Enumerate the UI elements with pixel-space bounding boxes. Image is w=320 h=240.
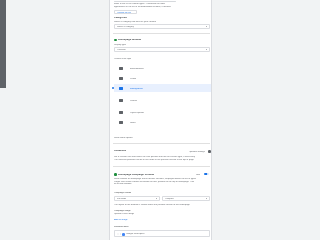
management-icon	[119, 86, 123, 90]
advanced-title: Advanced	[114, 150, 127, 152]
profile-icon	[119, 77, 123, 80]
divider	[113, 143, 210, 144]
check-circle-icon	[114, 38, 117, 42]
display-type-label: Display type	[114, 44, 126, 46]
layout-note: The layout of the module is shown within…	[114, 203, 190, 206]
campaign-image-label: Campaign image	[114, 210, 131, 212]
icon-option-label[interactable]: Notes	[130, 122, 136, 124]
campaign-desc-line-3: off to hide module.	[114, 183, 132, 186]
header-option-label: Full width	[117, 198, 127, 201]
new-badge: New	[196, 173, 201, 176]
header-option-label: Compact	[165, 198, 174, 201]
homepage-module-title: Homepage Module	[118, 39, 142, 41]
google-workspace-icon	[122, 233, 125, 236]
info-icon[interactable]	[208, 150, 211, 153]
settings-panel: lower in the list of content types. Cust…	[109, 0, 212, 240]
chevron-down-icon: ▾	[205, 25, 207, 28]
campaign-module-title: Homepage campaign module	[118, 173, 155, 176]
left-scrollbar[interactable]	[0, 0, 6, 88]
chevron-down-icon: ▾	[205, 49, 207, 52]
category-select[interactable]: Select a category ▾	[114, 23, 210, 29]
entertainment-icon	[119, 67, 123, 70]
drag-handle-icon[interactable]: ⋮⋮	[117, 233, 121, 235]
icon-option-label[interactable]: Entertainment	[130, 68, 144, 70]
icon-style-label: Choose icon style	[114, 58, 132, 60]
header-option-compact[interactable]: Compact ▾	[162, 196, 210, 201]
advanced-desc-line-2: The selected positions will be in this o…	[114, 158, 195, 161]
display-type-value: Carousel	[117, 49, 126, 52]
icon-option-label[interactable]: Layout options	[130, 112, 144, 114]
show-more-link[interactable]: Show more options	[114, 137, 133, 139]
notes-icon	[119, 121, 123, 124]
icon-option-label[interactable]: Profile	[130, 78, 136, 80]
chevron-down-icon: ▾	[155, 198, 157, 201]
icon-option-label[interactable]: Journal	[130, 100, 137, 102]
category-label: Categories	[114, 17, 128, 19]
icon-option-label[interactable]: Management	[130, 88, 143, 90]
campaign-header-label: Campaign header	[114, 192, 132, 194]
divider	[113, 33, 210, 34]
choose-icon-button-label: Choose an icon	[117, 11, 132, 14]
chevron-down-icon: ▾	[205, 198, 207, 201]
header-option-full[interactable]: Full width ▾	[114, 196, 160, 201]
check-circle-icon	[114, 173, 117, 176]
layout-icon	[119, 111, 123, 114]
category-helper: Select a category that best fits your co…	[114, 20, 156, 23]
category-select-value: Select a category	[117, 25, 134, 28]
choose-icon-button[interactable]: Choose an icon	[114, 10, 137, 14]
add-image-link[interactable]: Add an image	[114, 219, 128, 221]
divider	[113, 166, 210, 167]
featured-item-label: Google Workspace	[126, 233, 145, 236]
journal-icon	[119, 99, 123, 102]
featured-items-label: Featured items	[114, 226, 129, 228]
featured-item-row[interactable]: ⋮⋮ Google Workspace	[114, 230, 210, 237]
icon-option-selected[interactable]	[114, 84, 211, 92]
campaign-module-toggle[interactable]	[204, 173, 209, 176]
top-desc-line-2: appearance in the list of recommended se…	[114, 5, 171, 8]
truncated-text-line	[114, 1, 176, 3]
advanced-right-label: Optional settings	[188, 150, 205, 153]
campaign-image-helper: Upload a hero image	[114, 213, 135, 215]
display-type-select[interactable]: Carousel ▾	[114, 47, 210, 52]
